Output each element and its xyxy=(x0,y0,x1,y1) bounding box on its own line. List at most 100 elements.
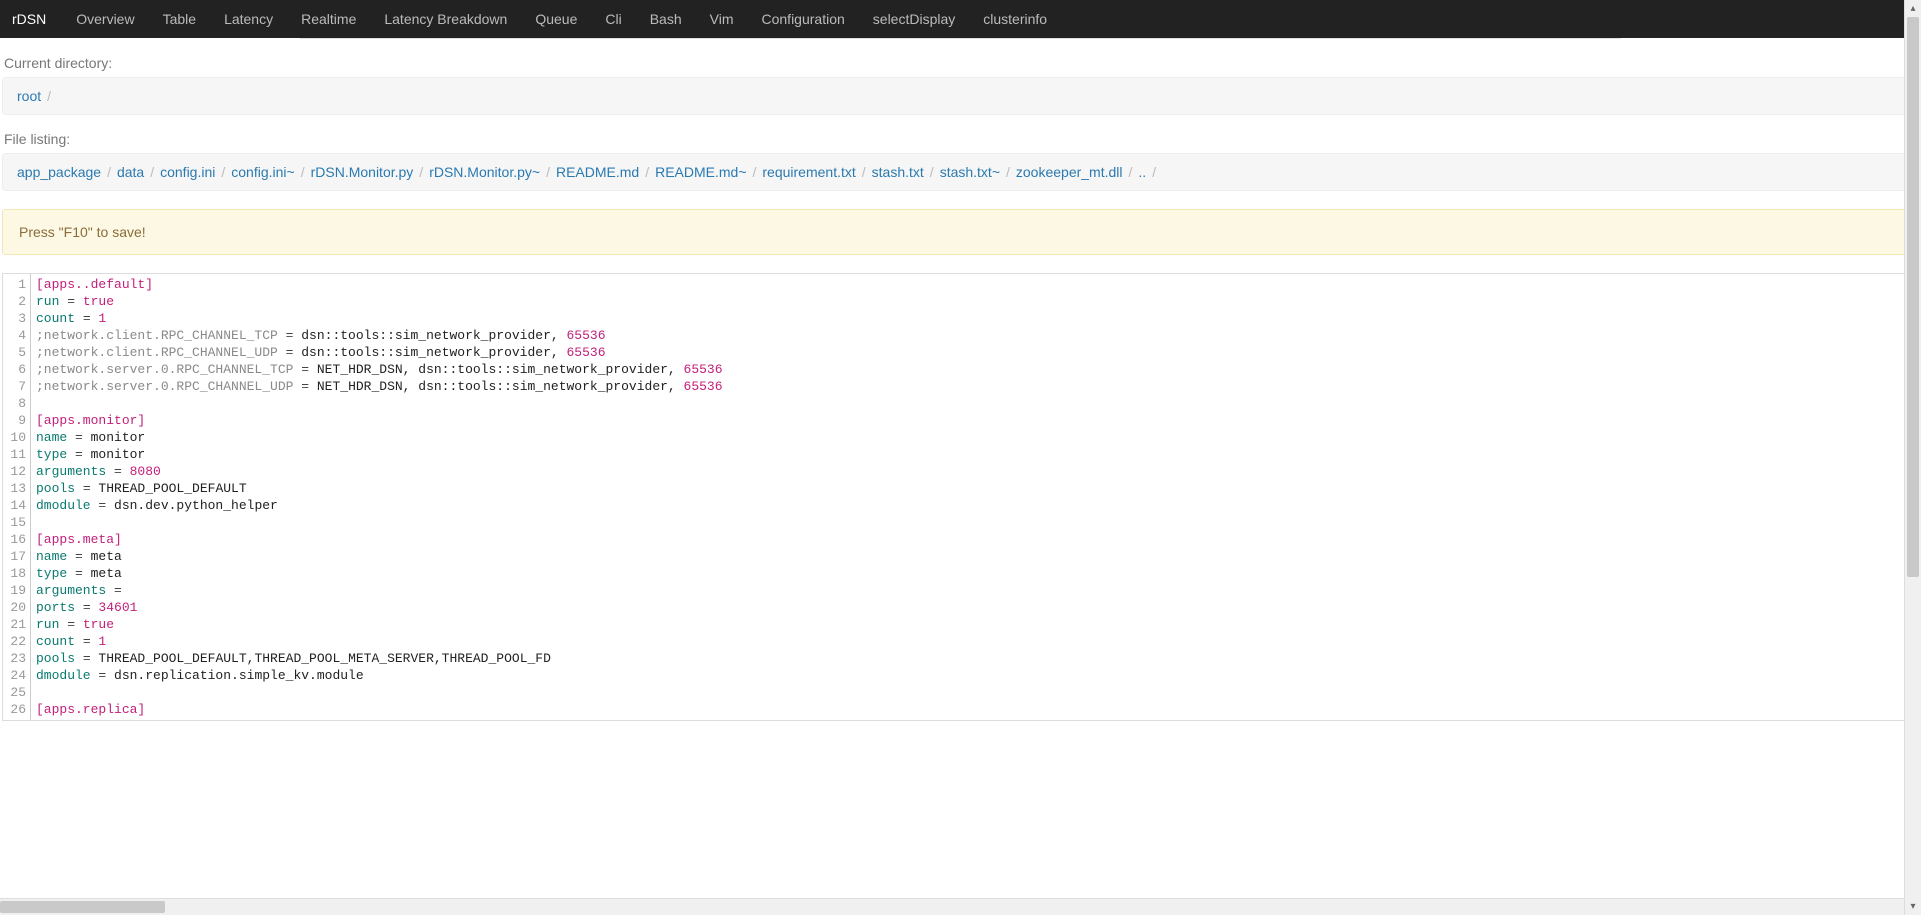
code-token: true xyxy=(83,617,114,632)
code-token: count xyxy=(36,311,75,326)
code-line[interactable]: type = monitor xyxy=(36,446,1914,463)
nav-item-realtime[interactable]: Realtime xyxy=(287,0,370,38)
nav-item-cli[interactable]: Cli xyxy=(591,0,635,38)
code-token: dsn.replication.simple_kv.module xyxy=(114,668,364,683)
code-line[interactable]: dmodule = dsn.replication.simple_kv.modu… xyxy=(36,667,1914,684)
nav-item-selectdisplay[interactable]: selectDisplay xyxy=(859,0,969,38)
file-crumb[interactable]: stash.txt xyxy=(872,164,924,180)
nav-item-latency[interactable]: Latency xyxy=(210,0,287,38)
code-token: arguments xyxy=(36,464,106,479)
line-number: 22 xyxy=(3,633,26,650)
code-token: = xyxy=(67,447,90,462)
line-number: 9 xyxy=(3,412,26,429)
code-line[interactable]: pools = THREAD_POOL_DEFAULT,THREAD_POOL_… xyxy=(36,650,1914,667)
code-line[interactable]: [apps.replica] xyxy=(36,701,1914,718)
code-line[interactable]: ;network.server.0.RPC_CHANNEL_TCP = NET_… xyxy=(36,361,1914,378)
code-line[interactable]: ports = 34601 xyxy=(36,599,1914,616)
horizontal-scrollbar[interactable] xyxy=(0,898,1904,915)
file-crumb[interactable]: README.md xyxy=(556,164,639,180)
file-crumb[interactable]: zookeeper_mt.dll xyxy=(1016,164,1123,180)
code-token: 65536 xyxy=(567,345,606,360)
file-crumb[interactable]: README.md~ xyxy=(655,164,746,180)
line-number: 18 xyxy=(3,565,26,582)
code-token: 8080 xyxy=(130,464,161,479)
crumb-separator: / xyxy=(419,164,423,180)
code-token: meta xyxy=(91,549,122,564)
crumb-separator: / xyxy=(645,164,649,180)
file-crumb[interactable]: rDSN.Monitor.py~ xyxy=(429,164,540,180)
code-line[interactable] xyxy=(36,395,1914,412)
code-line[interactable]: dmodule = dsn.dev.python_helper xyxy=(36,497,1914,514)
brand[interactable]: rDSN xyxy=(12,11,46,27)
code-line[interactable]: count = 1 xyxy=(36,633,1914,650)
code-line[interactable]: run = true xyxy=(36,616,1914,633)
code-line[interactable]: name = meta xyxy=(36,548,1914,565)
file-crumb[interactable]: rDSN.Monitor.py xyxy=(311,164,414,180)
code-line[interactable]: ;network.server.0.RPC_CHANNEL_UDP = NET_… xyxy=(36,378,1914,395)
code-token: count xyxy=(36,634,75,649)
code-line[interactable]: name = monitor xyxy=(36,429,1914,446)
code-token: NET_HDR_DSN, dsn::tools::sim_network_pro… xyxy=(317,379,684,394)
nav-item-configuration[interactable]: Configuration xyxy=(748,0,859,38)
code-token: ;network.client.RPC_CHANNEL_UDP xyxy=(36,345,278,360)
code-editor[interactable]: 1234567891011121314151617181920212223242… xyxy=(2,273,1919,721)
nav-item-bash[interactable]: Bash xyxy=(636,0,696,38)
code-token: THREAD_POOL_DEFAULT xyxy=(98,481,246,496)
line-number: 10 xyxy=(3,429,26,446)
scroll-up-icon[interactable]: ▴ xyxy=(1905,0,1921,17)
file-crumb[interactable]: app_package xyxy=(17,164,101,180)
file-crumb[interactable]: requirement.txt xyxy=(762,164,855,180)
code-line[interactable] xyxy=(36,514,1914,531)
dir-breadcrumb: root/ xyxy=(2,77,1919,115)
top-nav: rDSN OverviewTableLatencyRealtimeLatency… xyxy=(0,0,1921,38)
nav-item-table[interactable]: Table xyxy=(149,0,210,38)
file-listing-label: File listing: xyxy=(4,131,1921,147)
file-crumb[interactable]: stash.txt~ xyxy=(940,164,1000,180)
vertical-scrollbar[interactable]: ▴ ▾ xyxy=(1904,0,1921,915)
crumb-separator: / xyxy=(221,164,225,180)
file-crumb[interactable]: config.ini xyxy=(160,164,215,180)
nav-item-latency-breakdown[interactable]: Latency Breakdown xyxy=(370,0,521,38)
dir-crumb[interactable]: root xyxy=(17,88,41,104)
scroll-down-icon[interactable]: ▾ xyxy=(1905,898,1921,915)
code-token: meta xyxy=(91,566,122,581)
code-line[interactable]: arguments = 8080 xyxy=(36,463,1914,480)
code-token: dsn::tools::sim_network_provider, xyxy=(301,328,566,343)
code-token: dsn::tools::sim_network_provider, xyxy=(301,345,566,360)
code-line[interactable]: pools = THREAD_POOL_DEFAULT xyxy=(36,480,1914,497)
code-line[interactable]: ;network.client.RPC_CHANNEL_UDP = dsn::t… xyxy=(36,344,1914,361)
code-token: type xyxy=(36,566,67,581)
file-breadcrumb: app_package / data / config.ini / config.ini~ /… xyxy=(2,153,1919,191)
code-token: = xyxy=(75,311,98,326)
code-line[interactable]: arguments = xyxy=(36,582,1914,599)
save-hint-alert: Press "F10" to save! xyxy=(2,209,1919,255)
code-line[interactable]: type = meta xyxy=(36,565,1914,582)
file-crumb[interactable]: .. xyxy=(1138,164,1146,180)
code-line[interactable]: [apps..default] xyxy=(36,276,1914,293)
code-area[interactable]: [apps..default]run = truecount = 1;netwo… xyxy=(32,274,1918,720)
code-line[interactable]: ;network.client.RPC_CHANNEL_TCP = dsn::t… xyxy=(36,327,1914,344)
code-token: pools xyxy=(36,651,75,666)
horizontal-scroll-thumb[interactable] xyxy=(0,901,165,913)
code-token: THREAD_POOL_DEFAULT,THREAD_POOL_META_SER… xyxy=(98,651,550,666)
file-crumb[interactable]: data xyxy=(117,164,144,180)
code-token: = xyxy=(67,430,90,445)
line-number: 26 xyxy=(3,701,26,718)
code-line[interactable] xyxy=(36,684,1914,701)
code-line[interactable]: count = 1 xyxy=(36,310,1914,327)
nav-item-queue[interactable]: Queue xyxy=(521,0,591,38)
code-line[interactable]: [apps.meta] xyxy=(36,531,1914,548)
code-token: = xyxy=(67,566,90,581)
crumb-separator: / xyxy=(107,164,111,180)
code-token: [apps.monitor] xyxy=(36,413,145,428)
nav-item-clusterinfo[interactable]: clusterinfo xyxy=(969,0,1061,38)
nav-item-vim[interactable]: Vim xyxy=(696,0,748,38)
file-crumb[interactable]: config.ini~ xyxy=(231,164,294,180)
code-token: 65536 xyxy=(684,379,723,394)
code-token: monitor xyxy=(91,447,146,462)
code-line[interactable]: [apps.monitor] xyxy=(36,412,1914,429)
nav-item-overview[interactable]: Overview xyxy=(62,0,148,38)
code-token: 34601 xyxy=(98,600,137,615)
vertical-scroll-thumb[interactable] xyxy=(1907,17,1919,577)
code-line[interactable]: run = true xyxy=(36,293,1914,310)
